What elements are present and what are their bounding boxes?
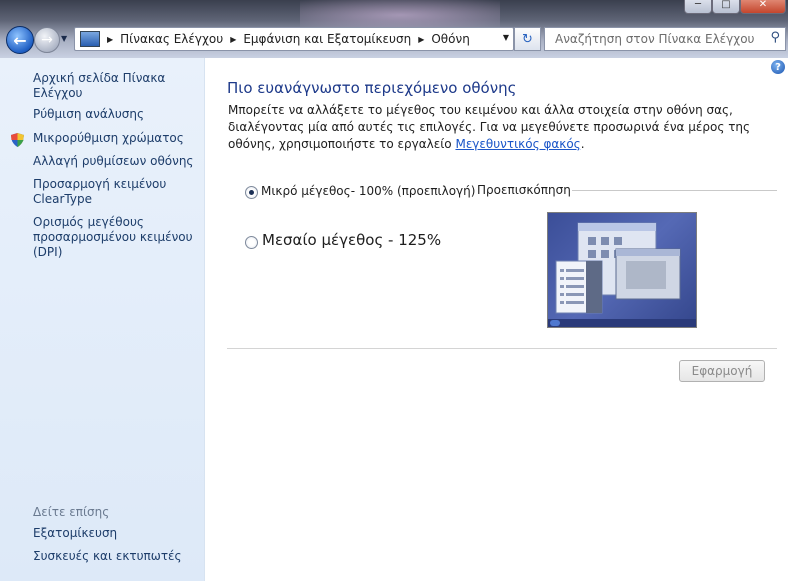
sidebar-link-devices-printers[interactable]: Συσκευές και εκτυπωτές — [33, 549, 198, 564]
control-panel-icon — [80, 31, 100, 47]
address-dropdown-icon[interactable]: ▼ — [503, 33, 509, 42]
forward-button[interactable]: → — [34, 27, 60, 53]
search-icon[interactable]: ⚲ — [770, 30, 780, 45]
sidebar-link-calibrate-color[interactable]: Μικρορύθμιση χρώματος — [33, 131, 198, 146]
size-small-radio[interactable] — [245, 186, 258, 199]
preview-desktop-illustration — [548, 222, 696, 327]
minimize-icon[interactable]: ─ — [684, 0, 712, 14]
arrow-left-icon: ← — [13, 30, 27, 50]
see-also-heading: Δείτε επίσης — [33, 505, 110, 519]
refresh-button[interactable]: ↻ — [514, 27, 541, 51]
back-button[interactable]: ← — [6, 26, 34, 54]
section-divider — [227, 348, 777, 349]
sidebar-link-home[interactable]: Αρχική σελίδα Πίνακα Ελέγχου — [33, 71, 198, 101]
preview-label: Προεπισκόπηση — [477, 183, 571, 197]
apply-button[interactable]: Εφαρμογή — [679, 360, 765, 382]
arrow-right-icon: → — [41, 32, 53, 48]
sidebar-link-resolution[interactable]: Ρύθμιση ανάλυσης — [33, 107, 198, 122]
breadcrumb-control-panel[interactable]: Πίνακας Ελέγχου — [120, 32, 223, 46]
size-small-label[interactable]: Μικρό μέγεθος- 100% (προεπιλογή) — [261, 184, 475, 198]
sidebar-link-personalization[interactable]: Εξατομίκευση — [33, 526, 198, 541]
breadcrumb-separator-icon[interactable]: ▶ — [418, 35, 424, 44]
search-input[interactable] — [553, 31, 762, 47]
size-medium-radio[interactable] — [245, 236, 258, 249]
sidebar-link-display-settings[interactable]: Αλλαγή ρυθμίσεων οθόνης — [33, 154, 198, 169]
preview-divider — [572, 190, 777, 191]
maximize-icon[interactable]: □ — [712, 0, 740, 14]
description-end: . — [580, 137, 585, 151]
aero-glow — [300, 0, 500, 30]
breadcrumb-appearance[interactable]: Εμφάνιση και Εξατομίκευση — [243, 32, 411, 46]
breadcrumb-separator-icon[interactable]: ▶ — [107, 35, 113, 44]
window-controls: ─ □ ✕ — [684, 0, 786, 14]
help-icon[interactable]: ? — [771, 60, 785, 74]
magnifier-link[interactable]: Μεγεθυντικός φακός — [455, 137, 580, 151]
page-title: Πιο ευανάγνωστο περιεχόμενο οθόνης — [227, 79, 517, 97]
breadcrumb-display[interactable]: Οθόνη — [431, 32, 469, 46]
recent-pages-dropdown-icon[interactable]: ▼ — [61, 34, 67, 43]
sidebar-link-custom-dpi[interactable]: Ορισμός μεγέθους προσαρμοσμένου κειμένου… — [33, 215, 198, 260]
sidebar-link-cleartype[interactable]: Προσαρμογή κειμένου ClearType — [33, 177, 198, 207]
preview-image — [547, 212, 697, 328]
uac-shield-icon — [11, 133, 24, 147]
address-bar[interactable]: ▶ Πίνακας Ελέγχου ▶ Εμφάνιση και Εξατομί… — [74, 27, 514, 51]
close-icon[interactable]: ✕ — [740, 0, 786, 14]
size-medium-label[interactable]: Μεσαίο μέγεθος - 125% — [262, 231, 441, 249]
page-description: Μπορείτε να αλλάξετε το μέγεθος του κειμ… — [228, 102, 768, 153]
refresh-icon: ↻ — [522, 31, 533, 47]
breadcrumb-separator-icon[interactable]: ▶ — [230, 35, 236, 44]
search-box[interactable]: ⚲ — [544, 27, 786, 51]
